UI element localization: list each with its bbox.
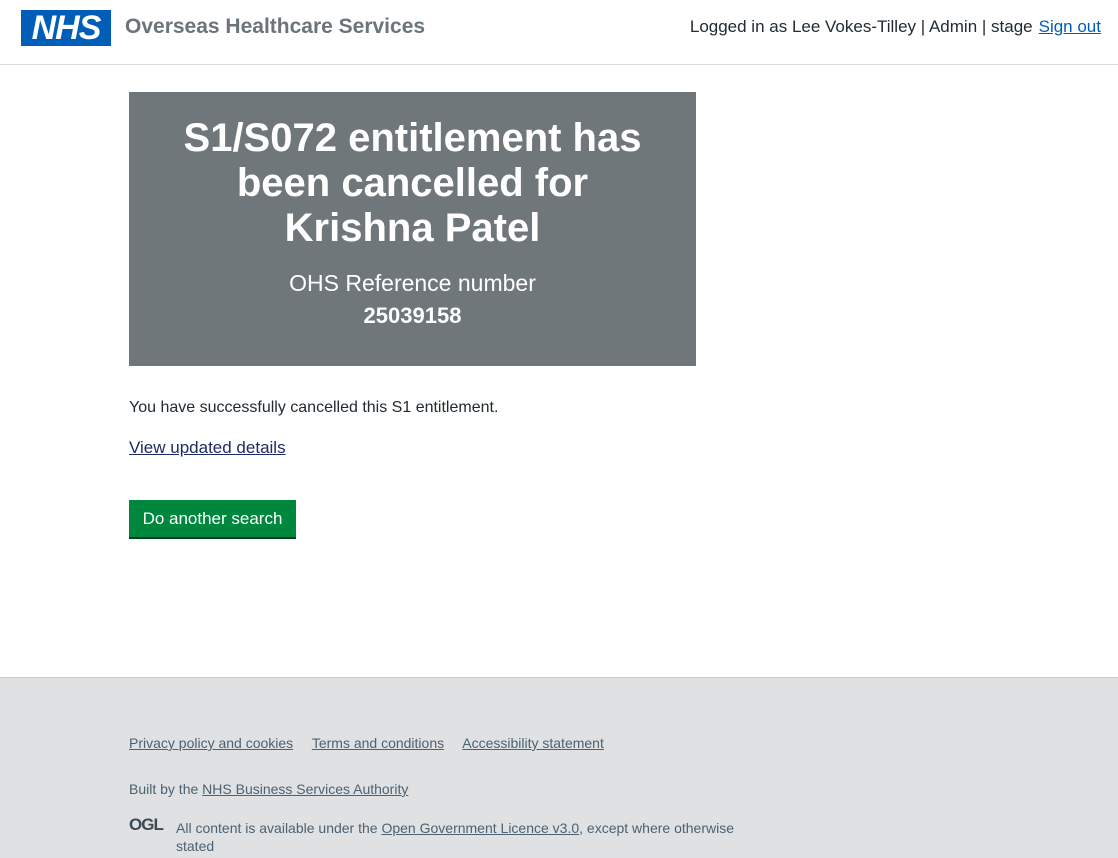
account-info: Logged in as Lee Vokes-Tilley | Admin | … bbox=[690, 17, 1101, 37]
reference-label: OHS Reference number bbox=[289, 270, 536, 296]
licence-text: All content is available under the Open … bbox=[176, 819, 766, 855]
site-footer: Privacy policy and cookies Terms and con… bbox=[0, 677, 1118, 858]
do-another-search-button[interactable]: Do another search bbox=[129, 500, 296, 537]
built-by: Built by the NHS Business Services Autho… bbox=[129, 781, 408, 797]
privacy-policy-link[interactable]: Privacy policy and cookies bbox=[129, 735, 293, 751]
service-name[interactable]: Overseas Healthcare Services bbox=[125, 15, 425, 39]
ogl-icon: OGL bbox=[129, 815, 164, 834]
built-prefix: Built by the bbox=[129, 781, 199, 797]
success-message: You have successfully cancelled this S1 … bbox=[129, 399, 499, 416]
nhsbsa-link[interactable]: NHS Business Services Authority bbox=[202, 781, 408, 797]
nhs-logo[interactable]: NHS bbox=[21, 10, 111, 46]
nhs-logo-text: NHS bbox=[31, 9, 102, 47]
licence-prefix: All content is available under the bbox=[176, 820, 378, 836]
footer-links: Privacy policy and cookies Terms and con… bbox=[129, 735, 619, 751]
terms-link[interactable]: Terms and conditions bbox=[312, 735, 444, 751]
sign-out-link[interactable]: Sign out bbox=[1039, 17, 1101, 36]
site-header: NHS Overseas Healthcare Services Logged … bbox=[0, 0, 1118, 65]
view-updated-details-link[interactable]: View updated details bbox=[129, 438, 286, 458]
ogl-licence-link[interactable]: Open Government Licence v3.0 bbox=[381, 820, 579, 836]
confirmation-title: S1/S072 entitlement has been cancelled f… bbox=[183, 116, 642, 250]
confirmation-panel: S1/S072 entitlement has been cancelled f… bbox=[129, 92, 696, 366]
accessibility-link[interactable]: Accessibility statement bbox=[462, 735, 604, 751]
account-text: Logged in as Lee Vokes-Tilley | Admin | … bbox=[689, 17, 1033, 36]
reference-number: 25039158 bbox=[363, 303, 462, 328]
